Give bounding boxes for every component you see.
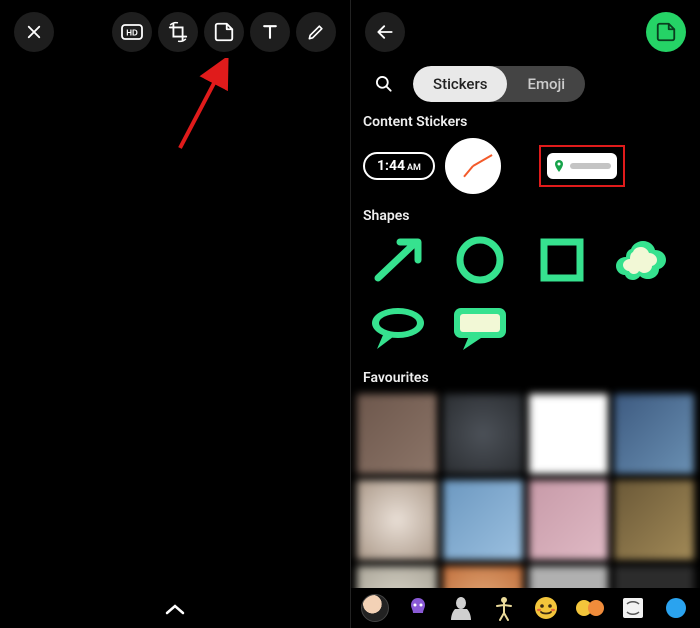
- arrow-shape-icon: [370, 234, 426, 286]
- favourite-sticker[interactable]: [357, 480, 437, 560]
- shape-speech-rect[interactable]: [445, 300, 515, 356]
- tab-stickers[interactable]: Stickers: [413, 66, 507, 102]
- favourite-sticker[interactable]: [357, 566, 437, 589]
- draw-button[interactable]: [296, 12, 336, 52]
- favourites-grid: [351, 394, 700, 588]
- sticker-done-icon: [655, 21, 677, 43]
- favourite-sticker[interactable]: [529, 566, 609, 589]
- stick-figure-icon: [492, 595, 516, 621]
- blue-circle-icon: [665, 595, 687, 621]
- shapes-grid: [351, 232, 700, 356]
- editor-toolbar: HD: [0, 0, 350, 64]
- circle-shape-icon: [454, 234, 506, 286]
- pack-purple[interactable]: [404, 593, 433, 623]
- white-square-icon: [621, 596, 645, 620]
- stickers-panel: Stickers Emoji Content Stickers 1:44 AM: [350, 0, 700, 628]
- location-placeholder: [570, 163, 611, 169]
- segmented-tabs: Stickers Emoji: [413, 66, 585, 102]
- pack-stick[interactable]: [489, 593, 518, 623]
- crop-rotate-icon: [167, 21, 189, 43]
- thought-bubble-icon: [612, 235, 676, 285]
- favourite-sticker[interactable]: [443, 566, 523, 589]
- sticker-icon: [213, 21, 235, 43]
- favourite-sticker[interactable]: [443, 480, 523, 560]
- square-shape-icon: [536, 234, 588, 286]
- favourite-sticker[interactable]: [443, 394, 523, 474]
- close-button[interactable]: [14, 12, 54, 52]
- sticker-button[interactable]: [204, 12, 244, 52]
- chevron-up-icon: [164, 602, 186, 616]
- pack-white[interactable]: [619, 593, 648, 623]
- hd-icon: HD: [121, 24, 143, 40]
- back-arrow-icon: [375, 22, 395, 42]
- pack-yellow[interactable]: [532, 593, 561, 623]
- shape-square[interactable]: [527, 232, 597, 288]
- speech-rect-icon: [449, 304, 511, 352]
- yellow-face-icon: [533, 595, 559, 621]
- svg-text:HD: HD: [126, 29, 138, 38]
- speech-oval-icon: [367, 305, 429, 351]
- favourite-sticker[interactable]: [529, 394, 609, 474]
- pack-grey[interactable]: [446, 593, 475, 623]
- shape-thought-bubble[interactable]: [609, 232, 679, 288]
- search-icon: [374, 74, 394, 94]
- shape-arrow[interactable]: [363, 232, 433, 288]
- panel-header: [351, 0, 700, 64]
- done-button[interactable]: [646, 12, 686, 52]
- annotation-highlight-box: [539, 145, 625, 187]
- analog-clock-sticker[interactable]: [445, 138, 501, 194]
- close-icon: [25, 23, 43, 41]
- grey-figure-icon: [449, 595, 473, 621]
- favourite-sticker[interactable]: [357, 394, 437, 474]
- location-sticker[interactable]: [547, 153, 617, 179]
- back-button[interactable]: [365, 12, 405, 52]
- purple-creature-icon: [405, 595, 431, 621]
- section-header-content: Content Stickers: [351, 100, 700, 138]
- editor-pane: HD: [0, 0, 350, 628]
- pack-avatar[interactable]: [361, 593, 390, 623]
- favourite-sticker[interactable]: [529, 480, 609, 560]
- shape-circle[interactable]: [445, 232, 515, 288]
- hd-button[interactable]: HD: [112, 12, 152, 52]
- section-header-favourites: Favourites: [351, 356, 700, 394]
- content-stickers-row: 1:44 AM: [351, 138, 700, 194]
- scroll-area[interactable]: Content Stickers 1:44 AM Shapes: [351, 100, 700, 588]
- time-sticker[interactable]: 1:44 AM: [363, 152, 435, 180]
- sticker-pack-strip: [351, 588, 700, 628]
- draw-icon: [306, 22, 326, 42]
- text-button[interactable]: [250, 12, 290, 52]
- crop-rotate-button[interactable]: [158, 12, 198, 52]
- search-button[interactable]: [369, 74, 399, 94]
- pack-blue[interactable]: [661, 593, 690, 623]
- pack-faces[interactable]: [575, 593, 605, 623]
- text-icon: [260, 22, 280, 42]
- shape-speech-oval[interactable]: [363, 300, 433, 356]
- time-ampm: AM: [407, 163, 421, 173]
- faces-pair-icon: [575, 596, 605, 620]
- favourite-sticker[interactable]: [614, 566, 694, 589]
- expand-up-button[interactable]: [164, 601, 186, 620]
- favourite-sticker[interactable]: [614, 394, 694, 474]
- section-header-shapes: Shapes: [351, 194, 700, 232]
- annotation-arrow-icon: [165, 58, 235, 158]
- favourite-sticker[interactable]: [614, 480, 694, 560]
- tab-emoji[interactable]: Emoji: [507, 66, 585, 102]
- time-value: 1:44: [377, 158, 405, 174]
- location-pin-icon: [553, 159, 565, 173]
- avatar-icon: [361, 594, 389, 622]
